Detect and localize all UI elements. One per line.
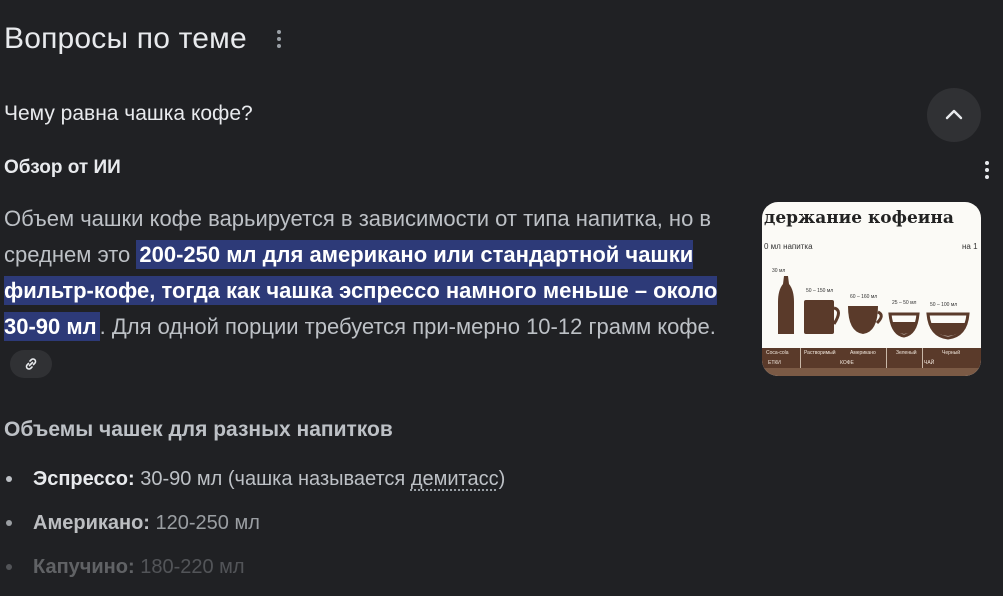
- list-item: Капучино: 180-220 мл: [4, 550, 505, 594]
- link-icon: [25, 358, 37, 370]
- shelf-divider: [886, 348, 887, 368]
- drink-volume-tail: ): [498, 468, 506, 490]
- citation-link-button[interactable]: [10, 350, 52, 379]
- ai-overview-label: Обзор от ИИ: [4, 157, 121, 178]
- drink-volume: 120-250 мл: [155, 512, 260, 534]
- shelf-group-label: КОФЕ: [840, 360, 854, 366]
- volumes-list: Эспрессо: 30-90 мл (чашка называется дем…: [4, 462, 505, 594]
- shelf-label: Coca-cola: [766, 350, 789, 356]
- ai-answer-text: Объем чашки кофе варьируется в зависимос…: [4, 201, 744, 381]
- shelf-group-label: ЕТКИ: [768, 360, 781, 366]
- shelf-label: Черный: [942, 350, 961, 356]
- shelf-label: Американо: [850, 350, 876, 356]
- thumbnail-shelf-base: [762, 368, 981, 376]
- list-item: Эспрессо: 30-90 мл (чашка называется дем…: [4, 462, 505, 506]
- bullet: [6, 476, 12, 482]
- drink-name: Эспрессо:: [33, 468, 135, 490]
- shelf-label: Растворимый: [804, 350, 836, 356]
- coffee-cups-illustration: [778, 276, 970, 340]
- collapse-button[interactable]: [927, 88, 981, 142]
- answer-outro: . Для одной порции требуется при-мерно 1…: [99, 314, 716, 339]
- related-questions-header: Вопросы по теме: [4, 22, 291, 56]
- shelf-label: Зеленый: [896, 350, 917, 356]
- shelf-divider: [922, 348, 923, 368]
- answer-thumbnail[interactable]: держание кофеина 0 мл напитка на 1 30 мл…: [762, 202, 981, 376]
- list-item: Американо: 120-250 мл: [4, 506, 505, 550]
- drink-volume: 30-90 мл (чашка называется: [140, 468, 411, 490]
- drink-volume: 180-220 мл: [140, 556, 245, 578]
- bullet: [6, 520, 12, 526]
- drink-name: Американо:: [33, 512, 150, 534]
- chevron-up-icon: [945, 109, 963, 120]
- drink-name: Капучино:: [33, 556, 135, 578]
- section-title: Вопросы по теме: [4, 22, 247, 55]
- more-vert-icon[interactable]: [975, 158, 999, 182]
- bullet: [6, 564, 12, 570]
- volumes-heading: Объемы чашек для разных напитков: [4, 418, 393, 441]
- question-title[interactable]: Чему равна чашка кофе?: [4, 102, 253, 126]
- shelf-group-label: ЧАЙ: [924, 360, 935, 366]
- term-link[interactable]: демитасс: [411, 468, 499, 490]
- shelf-divider: [800, 348, 801, 368]
- more-vert-icon[interactable]: [267, 27, 291, 51]
